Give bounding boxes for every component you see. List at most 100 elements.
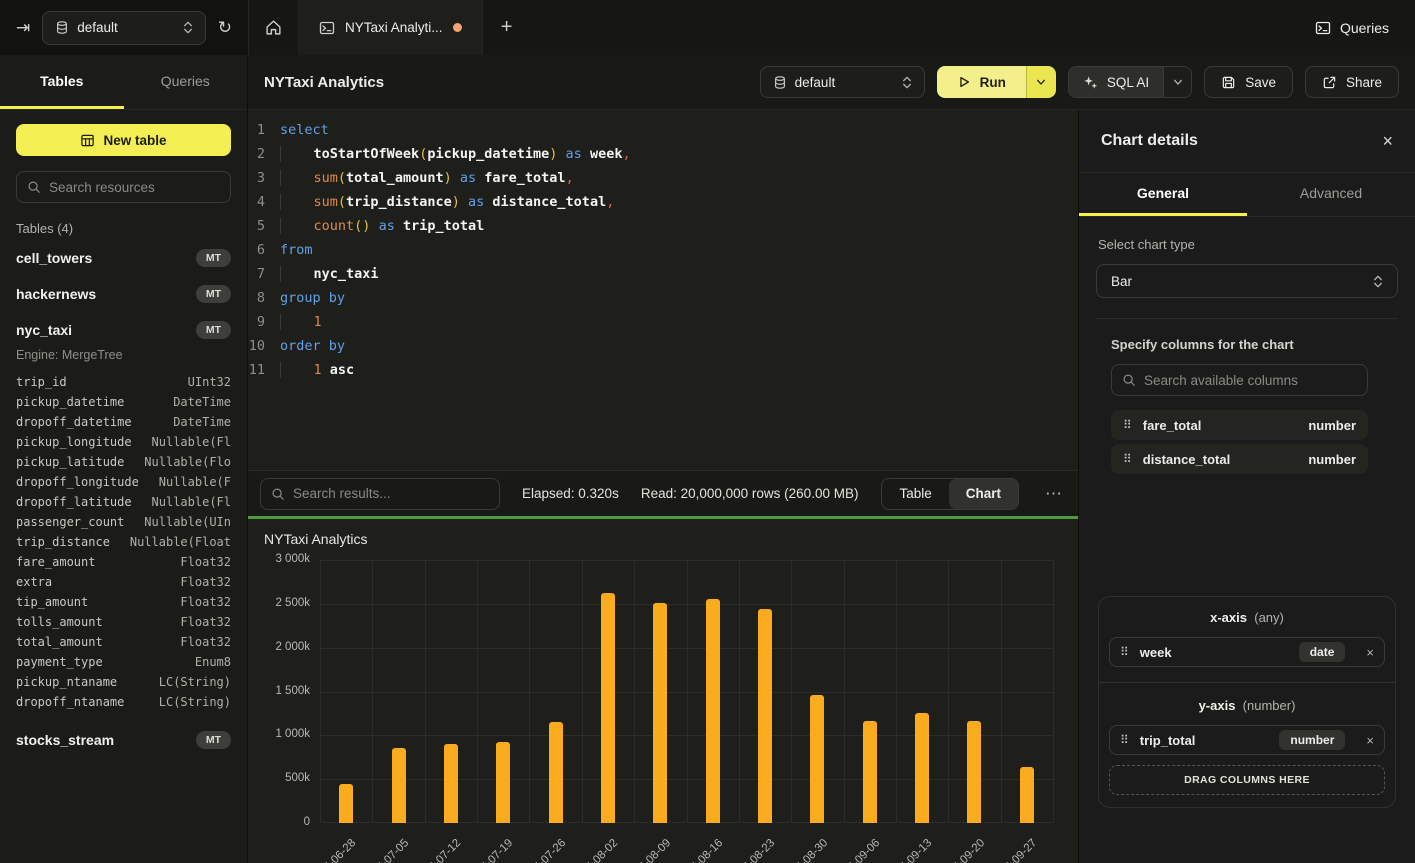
line-code: 1 asc (280, 358, 354, 382)
queries-button-label: Queries (1340, 20, 1389, 36)
column-row: passenger_countNullable(UIn (16, 512, 231, 532)
database-icon (773, 75, 787, 90)
sidebar-tabs: Tables Queries (0, 55, 247, 110)
search-icon (1122, 373, 1136, 387)
table-row[interactable]: cell_towersMT (0, 240, 247, 276)
y-axis-hint: (number) (1243, 698, 1296, 713)
chart-plot (320, 560, 1053, 823)
gridline-v (948, 560, 949, 823)
page-title: NYTaxi Analytics (264, 74, 384, 91)
tab-general[interactable]: General (1079, 173, 1247, 216)
chart-bar (549, 722, 563, 823)
column-chip-type: number (1308, 452, 1356, 467)
chart-y-axis-labels: 0500k1 000k1 500k2 000k2 500k3 000k (248, 560, 310, 823)
sql-editor[interactable]: 1select2 toStartOfWeek(pickup_datetime) … (248, 110, 1078, 470)
gridline-v (896, 560, 897, 823)
chevron-updown-icon (902, 75, 912, 90)
drag-handle-icon[interactable]: ⠿ (1120, 733, 1129, 747)
table-row[interactable]: hackernewsMT (0, 276, 247, 312)
tab-strip: NYTaxi Analyti... + Queries (248, 0, 1415, 55)
column-row: pickup_longitudeNullable(Fl (16, 432, 231, 452)
sidebar: Tables Queries New table Tables (4) cell… (0, 55, 248, 863)
chart-type-value: Bar (1111, 274, 1132, 289)
new-table-button[interactable]: New table (16, 124, 231, 156)
drag-handle-icon[interactable]: ⠿ (1120, 645, 1129, 659)
tab-advanced[interactable]: Advanced (1247, 173, 1415, 216)
x-axis-chip[interactable]: ⠿weekdate× (1109, 637, 1385, 667)
line-number: 6 (248, 238, 280, 262)
editor-line: 10order by (248, 334, 1078, 358)
panel-title: Chart details (1101, 132, 1198, 150)
editor-line: 9 1 (248, 310, 1078, 334)
run-button[interactable]: Run (937, 66, 1026, 98)
column-name: dropoff_ntaname (16, 692, 124, 712)
table-row[interactable]: stocks_streamMT (0, 722, 247, 758)
remove-column-icon[interactable]: × (1356, 733, 1374, 748)
refresh-icon[interactable]: ↻ (218, 18, 232, 38)
column-chip-name: distance_total (1143, 452, 1230, 467)
column-type: Float32 (180, 552, 231, 572)
view-toggle-chart[interactable]: Chart (949, 479, 1018, 509)
column-chip[interactable]: ⠿fare_totalnumber (1111, 410, 1368, 440)
collapse-sidebar-icon[interactable]: ⇥ (16, 18, 30, 38)
drag-handle-icon[interactable]: ⠿ (1123, 418, 1132, 432)
results-search-input[interactable] (293, 486, 489, 501)
tab-nytaxi-analytics[interactable]: NYTaxi Analyti... (299, 0, 483, 55)
line-code: sum(trip_distance) as distance_total, (280, 190, 614, 214)
chart-details-panel: Chart details × General Advanced Select … (1078, 110, 1415, 863)
table-row[interactable]: nyc_taxiMT (0, 312, 247, 348)
x-tick-label: 2015-09-06 (832, 837, 882, 863)
column-row: tolls_amountFloat32 (16, 612, 231, 632)
column-row: tip_amountFloat32 (16, 592, 231, 612)
chart-type-select[interactable]: Bar (1096, 264, 1398, 298)
share-button[interactable]: Share (1305, 66, 1399, 98)
remove-column-icon[interactable]: × (1356, 645, 1374, 660)
view-toggle-table[interactable]: Table (882, 479, 948, 509)
editor-line: 1select (248, 118, 1078, 142)
close-icon[interactable]: × (1382, 131, 1393, 152)
gridline-v (425, 560, 426, 823)
column-row: total_amountFloat32 (16, 632, 231, 652)
play-icon (957, 75, 971, 89)
sidebar-tab-queries[interactable]: Queries (124, 55, 248, 109)
y-axis-chip[interactable]: ⠿trip_totalnumber× (1109, 725, 1385, 755)
line-code: order by (280, 334, 345, 358)
column-type: Float32 (180, 632, 231, 652)
column-row: dropoff_longitudeNullable(F (16, 472, 231, 492)
new-tab-button[interactable]: + (483, 0, 531, 55)
database-selector[interactable]: default (42, 11, 206, 45)
columns-search[interactable] (1111, 364, 1368, 396)
column-row: extraFloat32 (16, 572, 231, 592)
x-tick-label: 2015-07-05 (361, 837, 411, 863)
queries-button[interactable]: Queries (1289, 0, 1415, 55)
home-button[interactable] (249, 0, 299, 55)
sql-ai-button[interactable]: SQL AI (1069, 67, 1163, 97)
table-list: cell_towersMThackernewsMTnyc_taxiMTEngin… (0, 240, 247, 758)
resource-search[interactable] (16, 171, 231, 203)
header-database-selector[interactable]: default (760, 66, 925, 98)
column-chip-name: fare_total (1143, 418, 1202, 433)
column-name: pickup_datetime (16, 392, 124, 412)
sidebar-tab-tables[interactable]: Tables (0, 55, 124, 109)
sql-ai-options-button[interactable] (1163, 67, 1191, 97)
drag-handle-icon[interactable]: ⠿ (1123, 452, 1132, 466)
line-number: 11 (248, 358, 280, 382)
results-search[interactable] (260, 478, 500, 510)
share-button-label: Share (1346, 75, 1382, 90)
column-chip[interactable]: ⠿ distance_total number (1111, 444, 1368, 474)
save-button[interactable]: Save (1204, 66, 1293, 98)
drop-zone[interactable]: DRAG COLUMNS HERE (1109, 765, 1385, 795)
column-type: UInt32 (188, 372, 231, 392)
run-options-button[interactable] (1026, 66, 1056, 98)
resource-search-input[interactable] (49, 180, 220, 195)
column-name: dropoff_longitude (16, 472, 139, 492)
tables-section-label: Tables (4) (16, 221, 231, 236)
panel-header: Chart details × (1079, 110, 1415, 173)
more-options-icon[interactable]: ⋯ (1041, 484, 1066, 504)
columns-search-input[interactable] (1144, 373, 1357, 388)
y-tick-label: 3 000k (275, 553, 310, 565)
y-tick-label: 2 000k (275, 641, 310, 653)
table-name: cell_towers (16, 250, 92, 266)
available-columns: ⠿ fare_totalnumber⠿ distance_total number (1111, 410, 1368, 474)
y-axis-chip-name: trip_total (1140, 733, 1196, 748)
